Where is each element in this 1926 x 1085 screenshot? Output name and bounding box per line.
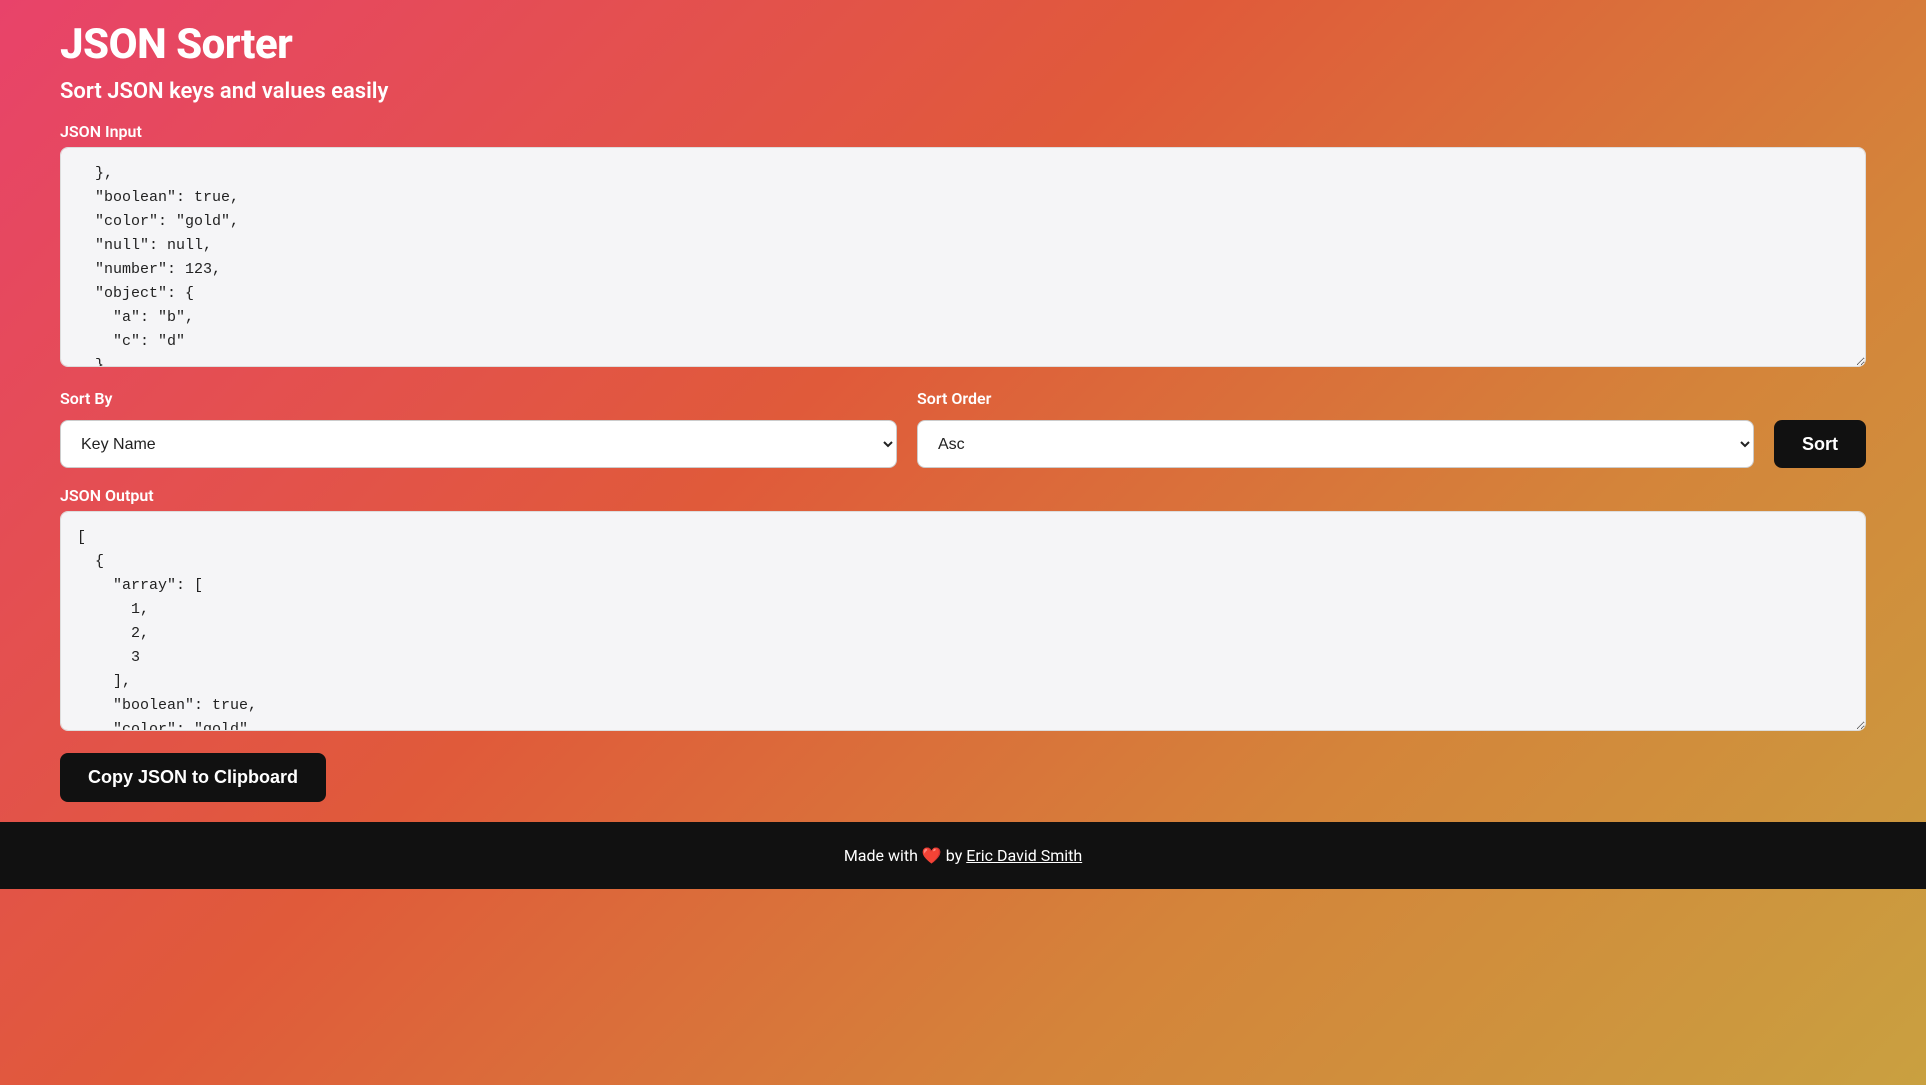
json-input-textarea[interactable]: }, "boolean": true, "color": "gold", "nu… [60, 147, 1866, 367]
sort-by-group: Sort By Key Name Key Value None [60, 389, 897, 468]
sort-by-label: Sort By [60, 389, 897, 408]
copy-json-button[interactable]: Copy JSON to Clipboard [60, 753, 326, 802]
heart-icon: ❤️ [922, 846, 942, 865]
sort-button[interactable]: Sort [1774, 420, 1866, 468]
sort-order-group: Sort Order Asc Desc [917, 389, 1754, 468]
footer-text: Made with ❤️ by Eric David Smith [844, 846, 1082, 865]
json-input-section: JSON Input }, "boolean": true, "color": … [60, 122, 1866, 371]
sort-by-select[interactable]: Key Name Key Value None [60, 420, 897, 468]
json-input-label: JSON Input [60, 122, 1866, 141]
page-title: JSON Sorter [60, 20, 1866, 69]
json-output-section: JSON Output [ { "array": [ 1, 2, 3 ], "b… [60, 486, 1866, 735]
json-output-label: JSON Output [60, 486, 1866, 505]
footer: Made with ❤️ by Eric David Smith [0, 822, 1926, 889]
sort-order-label: Sort Order [917, 389, 1754, 408]
controls-row: Sort By Key Name Key Value None Sort Ord… [60, 389, 1866, 468]
author-link[interactable]: Eric David Smith [966, 846, 1082, 865]
sort-order-select[interactable]: Asc Desc [917, 420, 1754, 468]
json-output-textarea[interactable]: [ { "array": [ 1, 2, 3 ], "boolean": tru… [60, 511, 1866, 731]
page-subtitle: Sort JSON keys and values easily [60, 79, 1866, 104]
